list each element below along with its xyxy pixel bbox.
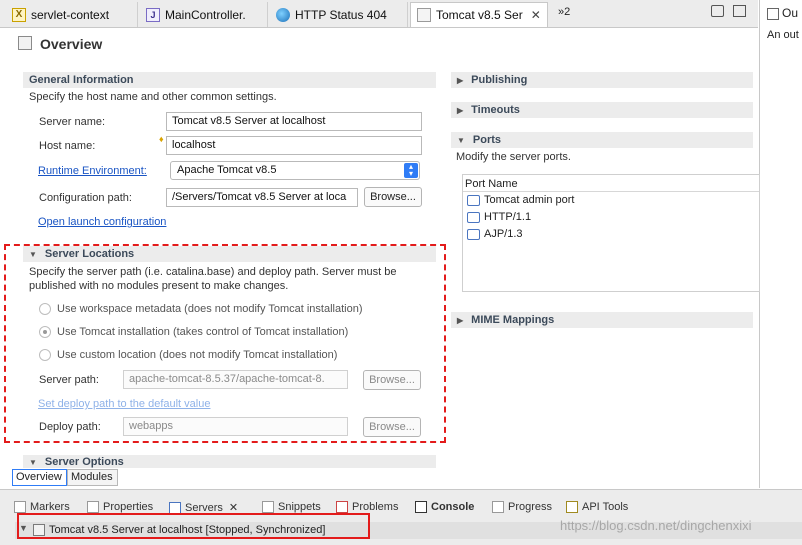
port-icon	[467, 211, 480, 223]
config-path-input[interactable]: /Servers/Tomcat v8.5 Server at loca	[166, 188, 358, 207]
port-icon	[467, 228, 480, 240]
port-label: HTTP/1.1	[484, 211, 532, 223]
runtime-environment-select[interactable]: Apache Tomcat v8.5 ▴ ▾	[170, 161, 420, 180]
tab-label: MainController.	[165, 7, 246, 22]
general-info-description: Specify the host name and other common s…	[29, 91, 277, 103]
runtime-environment-link[interactable]: Runtime Environment:	[38, 165, 147, 177]
snippets-icon	[262, 501, 274, 513]
view-tab-progress[interactable]: Progress	[492, 501, 552, 513]
tab-tomcat-server[interactable]: Tomcat v8.5 Ser ✕	[410, 2, 548, 27]
view-tab-label: API Tools	[582, 501, 629, 513]
maximize-icon[interactable]	[733, 5, 746, 17]
timeouts-section[interactable]: ▶ Timeouts	[451, 102, 753, 118]
editor-tab-bar: X servlet-context J MainController. HTTP…	[0, 0, 758, 28]
server-name-label: Server name:	[39, 116, 106, 128]
triangle-down-icon: ▼	[29, 458, 37, 467]
publishing-section[interactable]: ▶ Publishing	[451, 72, 753, 88]
view-tab-label: Snippets	[278, 501, 321, 513]
host-name-label: Host name:	[39, 140, 96, 152]
general-info-heading: General Information	[23, 72, 436, 88]
port-icon	[467, 194, 480, 206]
port-row[interactable]: Tomcat admin port	[467, 194, 574, 206]
view-tab-snippets[interactable]: Snippets	[262, 501, 321, 513]
config-path-label: Configuration path:	[39, 192, 132, 204]
ports-title: Ports	[472, 134, 502, 146]
watermark: https://blog.csdn.net/dingchenxixi	[560, 518, 752, 533]
outline-title[interactable]: Ou	[782, 6, 798, 20]
timeouts-title: Timeouts	[471, 104, 520, 116]
triangle-right-icon: ▶	[457, 106, 464, 115]
xml-file-icon: X	[12, 7, 26, 22]
host-name-input[interactable]: localhost	[166, 136, 422, 155]
view-tab-label: Problems	[352, 501, 399, 513]
api-tools-icon	[566, 501, 578, 513]
view-tab-api-tools[interactable]: API Tools	[566, 501, 628, 513]
server-options-title: Server Options	[44, 456, 124, 468]
problems-icon	[336, 501, 348, 513]
highlight-annotation	[17, 513, 370, 539]
tab-modules[interactable]: Modules	[67, 469, 118, 486]
view-tab-label: Servers	[185, 501, 223, 514]
header-divider	[463, 191, 759, 192]
triangle-right-icon: ▶	[457, 316, 464, 325]
tab-label: servlet-context	[31, 7, 110, 22]
server-icon	[18, 36, 32, 50]
port-row[interactable]: HTTP/1.1	[467, 211, 531, 223]
view-tab-label: Console	[431, 501, 475, 513]
markers-icon	[14, 501, 26, 513]
server-options-heading[interactable]: ▼ Server Options	[23, 455, 436, 468]
tab-overflow[interactable]: »2	[558, 6, 570, 18]
publishing-title: Publishing	[471, 74, 528, 86]
ports-table: Port Name Tomcat admin port HTTP/1.1 AJP…	[462, 174, 760, 292]
tab-http-status-404[interactable]: HTTP Status 404	[270, 2, 408, 27]
view-tab-console[interactable]: Console	[415, 501, 474, 513]
server-icon	[417, 8, 431, 22]
ports-section[interactable]: ▼ Ports	[451, 132, 753, 148]
view-tab-problems[interactable]: Problems	[336, 501, 398, 513]
servers-icon	[169, 501, 181, 514]
view-tab-label: Markers	[30, 501, 70, 513]
highlight-annotation	[4, 244, 446, 443]
lightbulb-icon: ♦	[159, 134, 164, 144]
port-label: Tomcat admin port	[484, 194, 575, 206]
port-label: AJP/1.3	[484, 228, 523, 240]
page-title: Overview	[40, 36, 103, 52]
console-icon	[415, 501, 427, 513]
tab-overview[interactable]: Overview	[12, 469, 67, 486]
java-file-icon: J	[146, 7, 160, 22]
properties-icon	[87, 501, 99, 513]
view-tab-markers[interactable]: Markers	[14, 501, 70, 513]
outline-view: Ou An out	[759, 0, 802, 488]
view-tab-properties[interactable]: Properties	[87, 501, 153, 513]
progress-icon	[492, 501, 504, 513]
tab-servlet-context[interactable]: X servlet-context	[6, 2, 138, 27]
outline-text: An out	[767, 29, 799, 41]
server-name-input[interactable]: Tomcat v8.5 Server at localhost	[166, 112, 422, 131]
open-launch-config-link[interactable]: Open launch configuration	[38, 216, 166, 228]
port-row[interactable]: AJP/1.3	[467, 228, 523, 240]
triangle-down-icon: ▼	[457, 136, 465, 145]
view-tab-label: Properties	[103, 501, 154, 513]
chevron-updown-icon: ▴ ▾	[404, 163, 418, 178]
runtime-environment-value: Apache Tomcat v8.5	[177, 164, 277, 176]
mime-title: MIME Mappings	[471, 314, 555, 326]
config-browse-button[interactable]: Browse...	[364, 187, 422, 207]
minimize-icon[interactable]	[711, 5, 724, 17]
view-tab-label: Progress	[508, 501, 553, 513]
mime-mappings-section[interactable]: ▶ MIME Mappings	[451, 312, 753, 328]
port-name-header[interactable]: Port Name	[465, 178, 518, 190]
close-icon[interactable]: ✕	[531, 8, 541, 22]
ports-description: Modify the server ports.	[456, 151, 571, 163]
outline-icon	[767, 8, 779, 20]
tab-label: HTTP Status 404	[295, 7, 387, 22]
tab-main-controller[interactable]: J MainController.	[140, 2, 268, 27]
triangle-right-icon: ▶	[457, 76, 464, 85]
globe-icon	[276, 7, 290, 22]
tab-label: Tomcat v8.5 Ser	[436, 8, 523, 22]
